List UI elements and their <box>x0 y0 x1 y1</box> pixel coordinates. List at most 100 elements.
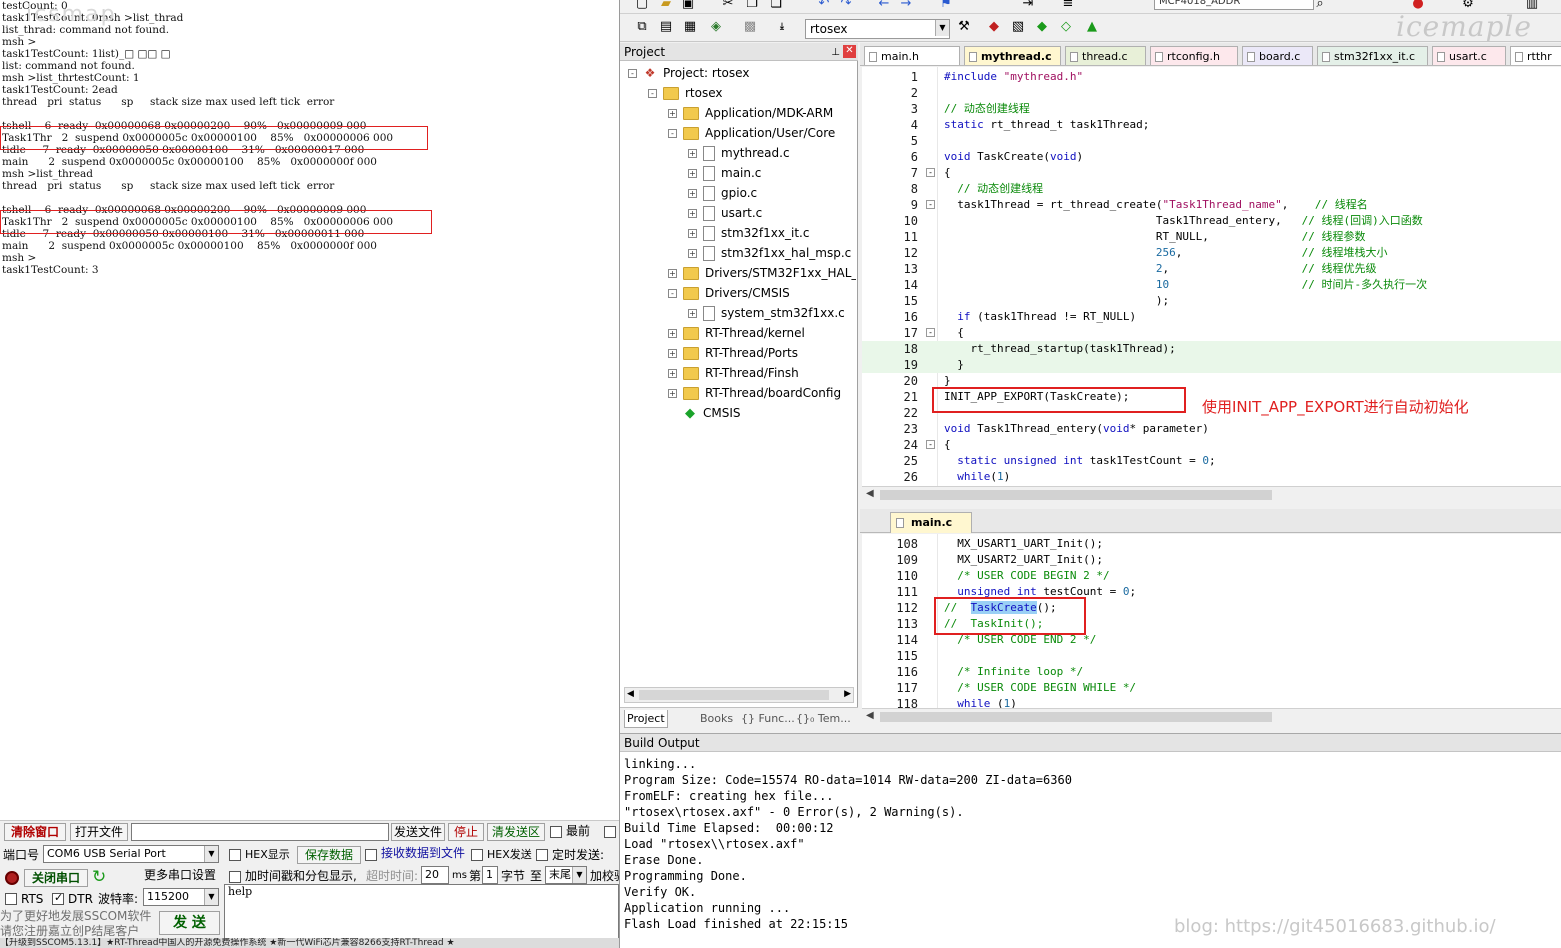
editor-tab[interactable]: thread.c <box>1065 46 1146 65</box>
code-line[interactable]: 7-{ <box>862 165 1561 181</box>
scroll-left-icon[interactable]: ◀ <box>627 689 634 699</box>
run-time-env-icon[interactable]: ▲ <box>1084 19 1100 35</box>
send-button[interactable]: 发 送 <box>159 911 220 935</box>
tree-item[interactable]: + RT-Thread/Finsh <box>668 363 799 383</box>
scroll-left-icon[interactable]: ◀ <box>866 710 874 721</box>
collapse-icon[interactable]: - <box>648 89 657 98</box>
code-line[interactable]: 110 /* USER CODE BEGIN 2 */ <box>862 568 1561 584</box>
editor-tab[interactable]: stm32f1xx_it.c <box>1317 46 1428 65</box>
extra-checkbox[interactable] <box>604 826 616 838</box>
bookmark-icon[interactable]: ⚑ <box>938 0 954 12</box>
horizontal-scrollbar[interactable]: ◀ <box>862 708 1561 724</box>
target-select[interactable]: rtosex ▼ <box>805 19 950 39</box>
tree-item[interactable]: + main.c <box>688 163 761 183</box>
refresh-icon[interactable]: ↻ <box>92 867 106 887</box>
receive-to-file-checkbox[interactable] <box>365 849 377 861</box>
baud-select[interactable]: 115200 ▼ <box>143 888 219 906</box>
tail-select[interactable]: 末尾 ▼ <box>545 866 587 884</box>
tree-item[interactable]: + usart.c <box>688 203 762 223</box>
forward-icon[interactable]: → <box>898 0 914 12</box>
code-line[interactable]: 13 2, // 线程优先级 <box>862 261 1561 277</box>
code-line[interactable]: 116 /* Infinite loop */ <box>862 664 1561 680</box>
collapse-icon[interactable]: - <box>668 289 677 298</box>
build-icon[interactable]: ▤ <box>658 19 674 35</box>
editor-tab[interactable]: mythread.c <box>964 46 1061 65</box>
timed-send-checkbox[interactable] <box>536 849 548 861</box>
code-line[interactable]: 115 <box>862 648 1561 664</box>
save-icon[interactable]: ▣ <box>680 0 696 12</box>
expand-icon[interactable]: + <box>688 249 697 258</box>
stop-build-icon[interactable]: ▩ <box>742 19 758 35</box>
tree-item[interactable]: + RT-Thread/boardConfig <box>668 383 841 403</box>
build-output-text[interactable]: linking... Program Size: Code=15574 RO-da… <box>624 756 1072 932</box>
tree-item[interactable]: + mythread.c <box>688 143 790 163</box>
close-icon[interactable]: ✕ <box>843 45 856 58</box>
chevron-down-icon[interactable]: ▼ <box>204 846 218 862</box>
code-line[interactable]: 18 rt_thread_startup(task1Thread); <box>862 341 1561 357</box>
more-settings-link[interactable]: 更多串口设置 <box>144 867 216 883</box>
tree-item[interactable]: + stm32f1xx_it.c <box>688 223 809 243</box>
scroll-left-icon[interactable]: ◀ <box>866 488 874 499</box>
expand-icon[interactable]: + <box>688 229 697 238</box>
clear-window-button[interactable]: 清除窗口 <box>4 823 66 841</box>
code-line[interactable]: 24-{ <box>862 437 1561 453</box>
expand-icon[interactable]: + <box>688 149 697 158</box>
find-combo[interactable]: MCP4018_ADDR <box>1154 0 1314 10</box>
expand-icon[interactable]: + <box>668 369 677 378</box>
open-file-icon[interactable]: ▰ <box>658 0 674 12</box>
editor-tab[interactable]: rtconfig.h <box>1150 46 1238 65</box>
target-options-icon[interactable]: ⚒ <box>956 19 972 35</box>
horizontal-scrollbar[interactable]: ◀ <box>862 486 1561 502</box>
scrollbar-thumb[interactable] <box>639 690 829 700</box>
chevron-down-icon[interactable]: ▼ <box>204 889 218 905</box>
expand-icon[interactable]: + <box>668 329 677 338</box>
new-file-icon[interactable]: ▢ <box>634 0 650 12</box>
expand-icon[interactable]: + <box>688 209 697 218</box>
editor-tab[interactable]: usart.c <box>1432 46 1506 65</box>
expand-icon[interactable]: + <box>668 349 677 358</box>
copy-icon[interactable]: ❐ <box>744 0 760 12</box>
manage-components-icon[interactable]: ◆ <box>986 19 1002 35</box>
serial-terminal-output[interactable]: testCount: 0 task1TestCount: 0msh >list_t… <box>0 0 619 820</box>
code-line[interactable]: 12 256, // 线程堆栈大小 <box>862 245 1561 261</box>
paste-icon[interactable]: ❏ <box>768 0 784 12</box>
code-line[interactable]: 23 void Task1Thread_entery(void* paramete… <box>862 421 1561 437</box>
expand-icon[interactable]: + <box>668 109 677 118</box>
expand-icon[interactable]: + <box>668 269 677 278</box>
scrollbar-thumb[interactable] <box>880 490 1272 500</box>
hex-send-checkbox[interactable] <box>471 849 483 861</box>
dtr-checkbox[interactable] <box>52 891 64 905</box>
back-icon[interactable]: ← <box>876 0 892 12</box>
stop-button[interactable]: 停止 <box>448 823 484 841</box>
nth-input[interactable]: 1 <box>482 866 498 884</box>
horizontal-scrollbar[interactable]: ◀ ▶ <box>624 687 854 703</box>
editor-tab[interactable]: rtthr <box>1510 46 1561 65</box>
rebuild-icon[interactable]: ▦ <box>682 19 698 35</box>
comment-icon[interactable]: ≡ <box>1060 0 1076 12</box>
tree-item[interactable]: - rtosex <box>648 83 723 103</box>
code-line[interactable]: 117 /* USER CODE BEGIN WHILE */ <box>862 680 1561 696</box>
chevron-down-icon[interactable]: ▼ <box>572 867 586 883</box>
redo-icon[interactable]: ↷ <box>838 0 854 12</box>
tab-main-c[interactable]: main.c <box>890 512 972 533</box>
undo-icon[interactable]: ↶ <box>816 0 832 12</box>
expand-icon[interactable]: + <box>688 309 697 318</box>
load-icon[interactable]: ⤓ <box>774 19 790 35</box>
collapse-icon[interactable]: - <box>628 69 637 78</box>
tree-item[interactable]: + Drivers/STM32F1xx_HAL_Dri <box>668 263 856 283</box>
find-icon[interactable]: ⌕ <box>1312 0 1328 12</box>
port-select[interactable]: COM6 USB Serial Port ▼ <box>43 845 219 863</box>
tree-item[interactable]: + RT-Thread/kernel <box>668 323 805 343</box>
code-line[interactable]: 4 static rt_thread_t task1Thread; <box>862 117 1561 133</box>
code-line[interactable]: 15 ); <box>862 293 1561 309</box>
tree-item[interactable]: - ❖ Project: rtosex <box>628 63 749 83</box>
tree-item[interactable]: - Application/User/Core <box>668 123 835 143</box>
code-line[interactable]: 5 <box>862 133 1561 149</box>
fold-icon[interactable]: - <box>926 328 935 337</box>
code-line[interactable]: 19 } <box>862 357 1561 373</box>
tree-item[interactable]: + stm32f1xx_hal_msp.c <box>688 243 851 263</box>
code-line[interactable]: 1 #include "mythread.h" <box>862 69 1561 85</box>
hex-display-checkbox[interactable] <box>229 849 241 861</box>
cut-icon[interactable]: ✂ <box>720 0 736 12</box>
tree-item[interactable]: + gpio.c <box>688 183 757 203</box>
